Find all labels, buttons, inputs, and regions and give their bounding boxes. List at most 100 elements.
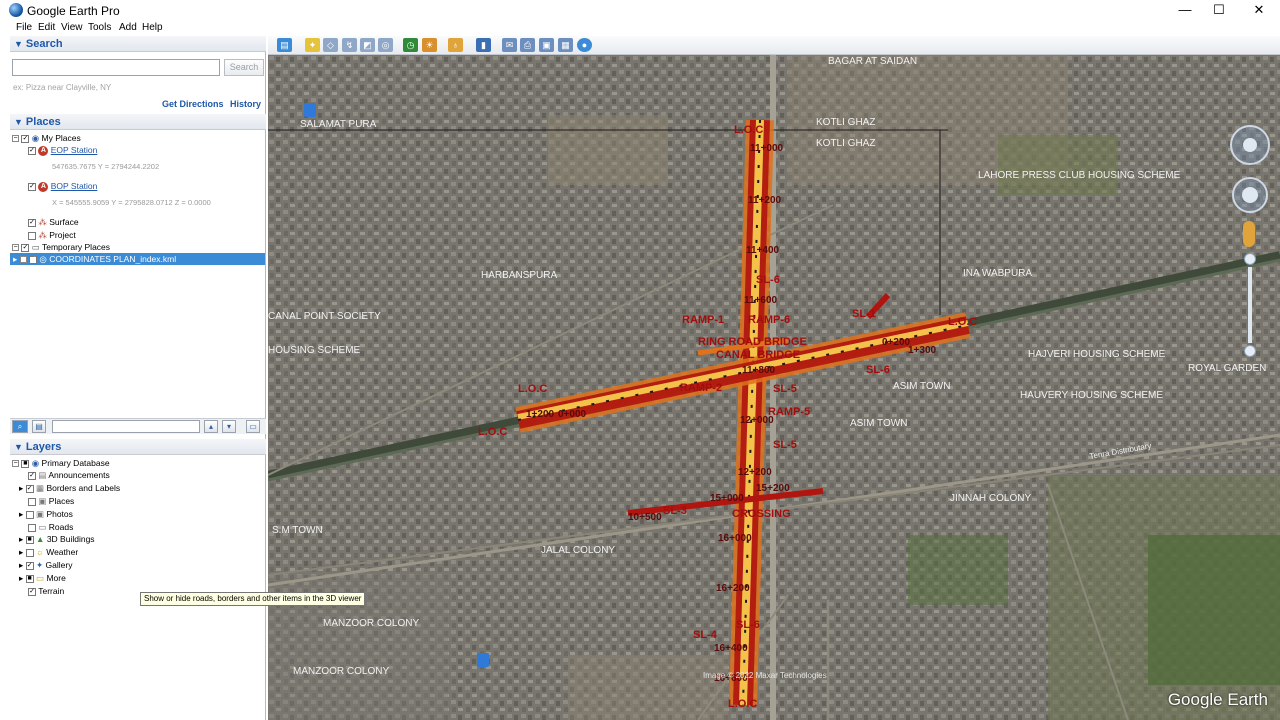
- temporary-checkbox[interactable]: ✓: [21, 243, 30, 252]
- expand-icon[interactable]: ▸: [19, 547, 23, 557]
- layer-label: Places: [48, 496, 75, 506]
- move-down-icon[interactable]: ▾: [222, 420, 236, 433]
- kml-label: L.O.C: [518, 383, 547, 395]
- tree-item-temporary-places[interactable]: − ✓ ▭ Temporary Places: [12, 241, 110, 253]
- expand-icon[interactable]: ▸: [13, 254, 17, 264]
- search-button[interactable]: Search: [224, 59, 264, 76]
- layer-more[interactable]: ▸ ■ ▭ More: [19, 572, 66, 584]
- layer-3d-buildings[interactable]: ▸ ■ ▲ 3D Buildings: [19, 533, 95, 545]
- layer-checkbox[interactable]: ■: [21, 459, 30, 468]
- places-panel-header[interactable]: ▼ Places: [10, 114, 266, 130]
- expand-icon[interactable]: ▸: [19, 573, 23, 583]
- panel-toggle-icon[interactable]: ▤: [32, 420, 46, 433]
- record-tour-icon[interactable]: ◎: [378, 38, 393, 52]
- eye-icon[interactable]: [1243, 138, 1257, 152]
- tree-item-eop-station[interactable]: ✓ A EOP Station: [28, 144, 97, 156]
- layer-label: Primary Database: [41, 458, 110, 468]
- layer-checkbox[interactable]: ■: [25, 535, 34, 544]
- add-path-icon[interactable]: ↯: [342, 38, 357, 52]
- email-icon[interactable]: ✉: [502, 38, 517, 52]
- layer-checkbox[interactable]: [25, 548, 34, 557]
- save-image-icon[interactable]: ▣: [539, 38, 554, 52]
- tree-item-bop-station[interactable]: ✓ A BOP Station: [28, 180, 97, 192]
- folder-open-icon[interactable]: ▭: [246, 420, 260, 433]
- layer-checkbox[interactable]: ✓: [25, 484, 34, 493]
- layer-checkbox[interactable]: [28, 497, 36, 506]
- kml-checkbox[interactable]: ✓: [29, 255, 38, 264]
- layer-checkbox[interactable]: ✓: [28, 587, 36, 596]
- print-icon[interactable]: ⎙: [520, 38, 535, 52]
- history-link[interactable]: History: [230, 99, 261, 109]
- kml-alignment-vertical[interactable]: [729, 119, 774, 706]
- eop-station-link[interactable]: EOP Station: [51, 145, 98, 155]
- menu-edit[interactable]: Edit: [38, 22, 55, 33]
- menu-add[interactable]: Add: [119, 22, 137, 33]
- layers-panel-header[interactable]: ▼ Layers: [10, 439, 266, 455]
- layer-borders-labels[interactable]: ▸ ✓ ▦ Borders and Labels: [19, 482, 120, 494]
- bus-station-icon[interactable]: [304, 103, 316, 117]
- add-image-overlay-icon[interactable]: ◩: [360, 38, 375, 52]
- tree-item-my-places[interactable]: − ✓ ◉ My Places: [12, 132, 81, 144]
- layer-checkbox[interactable]: [28, 523, 36, 532]
- satellite-imagery[interactable]: BAGAR AT SAIDAN SALAMAT PURA KOTLI GHAZ …: [268, 55, 1280, 720]
- close-button[interactable]: ✕: [1236, 0, 1280, 21]
- bus-station-icon[interactable]: [477, 653, 489, 667]
- menu-tools[interactable]: Tools: [88, 22, 111, 33]
- street-view-pegman-icon[interactable]: [1243, 221, 1255, 247]
- layer-checkbox[interactable]: [25, 510, 34, 519]
- sunlight-icon[interactable]: ☀: [422, 38, 437, 52]
- expand-icon[interactable]: ▸: [19, 560, 23, 570]
- layer-label: Terrain: [38, 586, 65, 596]
- collapse-icon[interactable]: −: [12, 135, 19, 143]
- collapse-icon[interactable]: +: [19, 256, 27, 264]
- zoom-out-icon[interactable]: [1244, 345, 1256, 357]
- layer-gallery[interactable]: ▸ ✓ ✦ Gallery: [19, 559, 72, 571]
- menu-file[interactable]: File: [16, 22, 32, 33]
- eop-checkbox[interactable]: ✓: [28, 146, 36, 155]
- ruler-icon[interactable]: ▮: [476, 38, 491, 52]
- tree-item-surface[interactable]: ✓ ⁂ Surface: [28, 216, 79, 228]
- search-places-icon[interactable]: ⌕: [12, 420, 28, 433]
- bop-station-link[interactable]: BOP Station: [51, 181, 98, 191]
- layer-roads[interactable]: ▭ Roads: [28, 521, 73, 533]
- expand-icon[interactable]: ▸: [19, 509, 23, 519]
- surface-checkbox[interactable]: ✓: [28, 218, 36, 227]
- layer-terrain[interactable]: ✓ Terrain: [28, 585, 64, 597]
- layer-photos[interactable]: ▸ ▣ Photos: [19, 508, 73, 520]
- menu-view[interactable]: View: [61, 22, 83, 33]
- collapse-icon[interactable]: −: [12, 460, 19, 468]
- search-input[interactable]: [12, 59, 220, 76]
- layer-places[interactable]: ▣ Places: [28, 495, 74, 507]
- expand-icon[interactable]: ▸: [19, 534, 23, 544]
- add-placemark-icon[interactable]: ✦: [305, 38, 320, 52]
- layer-checkbox[interactable]: ✓: [28, 471, 36, 480]
- add-polygon-icon[interactable]: ◇: [323, 38, 338, 52]
- map-3d-viewer[interactable]: BAGAR AT SAIDAN SALAMAT PURA KOTLI GHAZ …: [268, 55, 1280, 720]
- menu-help[interactable]: Help: [142, 22, 163, 33]
- view-in-maps-icon[interactable]: ▦: [558, 38, 573, 52]
- layer-announcements[interactable]: ✓ ▤ Announcements: [28, 469, 110, 481]
- zoom-slider[interactable]: [1248, 267, 1252, 343]
- tree-item-coordinates-plan-kml[interactable]: ▸ + ✓ ◎ COORDINATES PLAN_index.kml: [10, 253, 265, 265]
- bop-checkbox[interactable]: ✓: [28, 182, 36, 191]
- layer-checkbox[interactable]: ■: [25, 574, 34, 583]
- my-places-checkbox[interactable]: ✓: [21, 134, 30, 143]
- hide-sidebar-icon[interactable]: ▤: [277, 38, 292, 52]
- historical-imagery-icon[interactable]: ◷: [403, 38, 418, 52]
- earth-globe-icon[interactable]: ●: [577, 38, 592, 52]
- move-up-icon[interactable]: ▴: [204, 420, 218, 433]
- bop-coordinates: X = 545555.9059 Y = 2795828.0712 Z = 0.0…: [52, 198, 211, 207]
- project-checkbox[interactable]: [28, 231, 36, 240]
- layer-weather[interactable]: ▸ ☼ Weather: [19, 546, 78, 558]
- hand-icon[interactable]: [1242, 187, 1258, 203]
- search-panel-header[interactable]: ▼ Search: [10, 36, 266, 52]
- planet-switch-icon[interactable]: ♁: [448, 38, 463, 52]
- get-directions-link[interactable]: Get Directions: [162, 99, 224, 109]
- tree-item-project[interactable]: ⁂ Project: [28, 229, 76, 241]
- collapse-icon[interactable]: −: [12, 244, 19, 252]
- expand-icon[interactable]: ▸: [19, 483, 23, 493]
- layer-primary-database[interactable]: − ■ ◉ Primary Database: [12, 457, 110, 469]
- places-filter-input[interactable]: [52, 420, 200, 433]
- zoom-in-icon[interactable]: [1244, 253, 1256, 265]
- layer-checkbox[interactable]: ✓: [25, 561, 34, 570]
